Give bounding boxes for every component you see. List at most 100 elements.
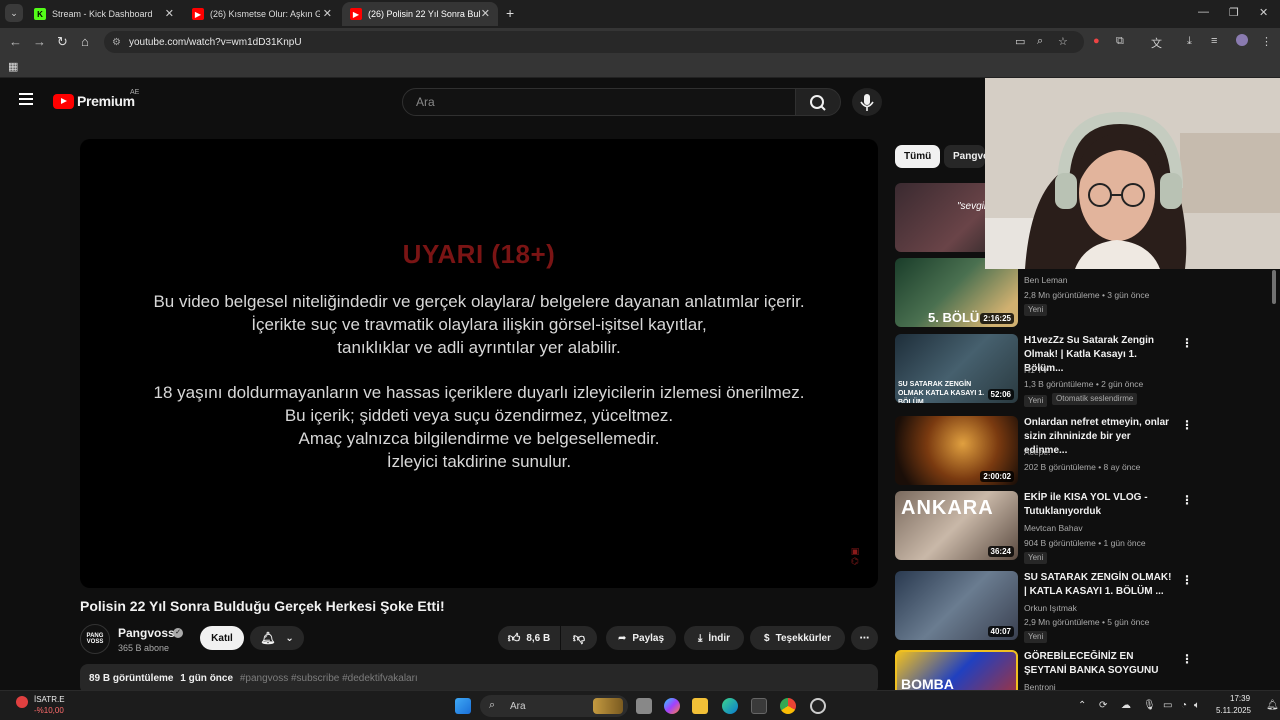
wifi-icon[interactable]: ◔ bbox=[1181, 700, 1187, 711]
chip-all[interactable]: Tümü bbox=[895, 145, 941, 168]
channel-name[interactable]: Ben Leman bbox=[1024, 275, 1067, 285]
like-button[interactable]: 👍︎ 8,6 B bbox=[498, 626, 560, 650]
recommendation-item[interactable]: 40:07 SU SATARAK ZENGİN OLMAK! | KATLA K… bbox=[895, 571, 1195, 643]
menu-hamburger-icon[interactable] bbox=[19, 93, 33, 105]
site-info-icon[interactable]: ⚙ bbox=[112, 37, 121, 48]
minimize-button[interactable]: — bbox=[1198, 6, 1209, 18]
chevron-up-icon[interactable]: ⌃ bbox=[1078, 700, 1086, 711]
home-icon[interactable]: ⌂ bbox=[81, 34, 89, 49]
channel-watermark-icon[interactable]: ▣ ⌬ bbox=[844, 546, 866, 572]
thumbs-down-icon: 👎︎ bbox=[572, 630, 586, 645]
channel-name[interactable]: Orkun Işıtmak bbox=[1024, 603, 1077, 613]
cast-icon[interactable]: ▭ bbox=[1015, 35, 1025, 48]
restore-button[interactable]: ❐ bbox=[1229, 6, 1239, 19]
hashtags[interactable]: #pangvoss #subscribe #dedektifvakaları bbox=[240, 673, 418, 684]
video-thumbnail[interactable]: BOMBA bbox=[895, 650, 1018, 690]
search-input[interactable] bbox=[402, 88, 796, 116]
video-meta: 904 B görüntüleme • 1 gün önce bbox=[1024, 538, 1146, 548]
recommendation-item[interactable]: 2:00:02 Onlardan nefret etmeyin, onlar s… bbox=[895, 416, 1195, 485]
chip-pangvoss[interactable]: Pangvoss bbox=[944, 145, 985, 168]
notification-bell-icon[interactable]: 🔔︎ bbox=[1266, 700, 1279, 711]
address-bar[interactable]: ⚙ youtube.com/watch?v=wm1dD31KnpU bbox=[104, 31, 1084, 53]
channel-name[interactable]: Mevtcan Bahav bbox=[1024, 523, 1083, 533]
channel-avatar[interactable]: PANG VOSS bbox=[80, 624, 110, 654]
recommendation-item[interactable]: SU SATARAK ZENGİN OLMAK KATLA KASAYI 1. … bbox=[895, 334, 1195, 407]
scrollbar[interactable] bbox=[1272, 270, 1276, 304]
reload-icon[interactable]: ↻ bbox=[57, 34, 68, 50]
more-vertical-icon[interactable]: ⋮ bbox=[1181, 336, 1193, 350]
video-meta: 2,9 Mn görüntüleme • 5 gün önce bbox=[1024, 617, 1150, 627]
close-icon[interactable]: ✕ bbox=[481, 7, 490, 20]
close-icon[interactable]: ✕ bbox=[323, 7, 332, 20]
video-title[interactable]: GÖREBİLECEĞİNİZ EN ŞEYTANİ BANKA SOYGUNU bbox=[1024, 650, 1174, 678]
search-highlight-icon bbox=[593, 698, 623, 714]
copilot-icon[interactable] bbox=[664, 698, 680, 714]
more-actions-button[interactable]: ⋯ bbox=[851, 626, 878, 650]
video-thumbnail[interactable]: SU SATARAK ZENGİN OLMAK KATLA KASAYI 1. … bbox=[895, 334, 1018, 403]
chrome-icon[interactable] bbox=[780, 698, 796, 714]
apps-grid-icon[interactable]: ▦ bbox=[8, 60, 18, 73]
video-player[interactable]: UYARI (18+) Bu video belgesel niteliğind… bbox=[80, 139, 878, 588]
obs-icon[interactable] bbox=[810, 698, 826, 714]
notifications-button[interactable]: 🔔︎ ⌄ bbox=[250, 626, 304, 650]
store-icon[interactable] bbox=[751, 698, 767, 714]
search-button[interactable] bbox=[795, 88, 841, 116]
channel-name[interactable]: Acepe. bbox=[1024, 447, 1050, 457]
back-icon[interactable]: ← bbox=[9, 34, 22, 49]
new-tab-button[interactable]: + bbox=[506, 5, 514, 21]
clock-time[interactable]: 17:39 bbox=[1230, 694, 1250, 703]
dislike-button[interactable]: 👎︎ bbox=[561, 626, 597, 650]
more-vertical-icon[interactable]: ⋮ bbox=[1181, 652, 1193, 666]
video-title[interactable]: EKİP ile KISA YOL VLOG - Tutuklanıyorduk bbox=[1024, 491, 1174, 519]
video-thumbnail[interactable]: 40:07 bbox=[895, 571, 1018, 640]
translate-icon[interactable]: 文 bbox=[1151, 35, 1162, 51]
new-badge: Yeni bbox=[1024, 395, 1048, 407]
more-vertical-icon[interactable]: ⋮ bbox=[1181, 573, 1193, 587]
channel-name[interactable]: Bentroni bbox=[1024, 682, 1056, 690]
extensions-icon[interactable]: ⧉ bbox=[1116, 35, 1124, 48]
profile-avatar[interactable] bbox=[1236, 34, 1248, 46]
file-explorer-icon[interactable] bbox=[692, 698, 708, 714]
voice-search-button[interactable] bbox=[852, 88, 882, 116]
menu-kebab-icon[interactable]: ⋮ bbox=[1261, 35, 1272, 48]
stock-widget-icon[interactable] bbox=[16, 696, 28, 708]
youtube-premium-logo[interactable]: Premium AE bbox=[53, 89, 139, 109]
clock-date[interactable]: 5.11.2025 bbox=[1216, 706, 1251, 715]
cloud-icon[interactable]: ☁ bbox=[1121, 700, 1131, 711]
browser-tab-polisin[interactable]: ▶ (26) Polisin 22 Yıl Sonra Bulduğ ✕ bbox=[342, 2, 498, 26]
browser-tab-kick[interactable]: K Stream - Kick Dashboard ✕ bbox=[26, 2, 182, 26]
close-icon[interactable]: ✕ bbox=[165, 7, 174, 20]
close-window-button[interactable]: ✕ bbox=[1259, 6, 1268, 19]
taskbar-search[interactable]: ⌕ Ara bbox=[480, 695, 628, 717]
share-button[interactable]: ➦ Paylaş bbox=[606, 626, 676, 650]
microphone-icon[interactable]: 🎙︎ bbox=[1143, 700, 1156, 711]
ticker-name[interactable]: İSATR.E bbox=[34, 695, 65, 704]
video-thumbnail[interactable]: ANKARA 36:24 bbox=[895, 491, 1018, 560]
channel-name[interactable]: H1 TV bbox=[1024, 365, 1048, 375]
task-view-icon[interactable] bbox=[636, 698, 652, 714]
network-app-icon[interactable]: ⟳ bbox=[1099, 700, 1107, 711]
volume-icon[interactable]: 🔈︎ bbox=[1194, 700, 1200, 711]
download-button[interactable]: ⤓ İndir bbox=[684, 626, 744, 650]
tab-search-icon[interactable]: ⌄ bbox=[5, 4, 23, 22]
join-button[interactable]: Katıl bbox=[200, 626, 244, 650]
thanks-button[interactable]: $ Teşekkürler bbox=[750, 626, 845, 650]
more-vertical-icon[interactable]: ⋮ bbox=[1181, 493, 1193, 507]
recommendation-item[interactable]: ANKARA 36:24 EKİP ile KISA YOL VLOG - Tu… bbox=[895, 491, 1195, 564]
media-icon[interactable]: ≡ bbox=[1211, 35, 1217, 47]
windows-start-icon[interactable] bbox=[455, 698, 471, 714]
edge-icon[interactable] bbox=[722, 698, 738, 714]
video-title[interactable]: SU SATARAK ZENGİN OLMAK! | KATLA KASAYI … bbox=[1024, 571, 1174, 599]
bookmark-star-icon[interactable]: ☆ bbox=[1058, 35, 1068, 48]
display-icon[interactable]: ▭ bbox=[1163, 700, 1172, 711]
recommendation-item[interactable]: BOMBA GÖREBİLECEĞİNİZ EN ŞEYTANİ BANKA S… bbox=[895, 650, 1195, 690]
video-thumbnail[interactable]: 2:00:02 bbox=[895, 416, 1018, 485]
taskbar-search-placeholder: Ara bbox=[510, 700, 526, 712]
channel-name[interactable]: Pangvoss bbox=[118, 626, 175, 640]
forward-icon[interactable]: → bbox=[33, 34, 46, 49]
download-icon[interactable]: ⤓ bbox=[1187, 35, 1192, 48]
browser-tab-kismetse[interactable]: ▶ (26) Kısmetse Olur: Aşkın Gücü ✕ bbox=[184, 2, 340, 26]
extension-badge-icon[interactable]: ● bbox=[1093, 35, 1100, 47]
zoom-icon[interactable]: ⌕ bbox=[1037, 35, 1043, 48]
more-vertical-icon[interactable]: ⋮ bbox=[1181, 418, 1193, 432]
